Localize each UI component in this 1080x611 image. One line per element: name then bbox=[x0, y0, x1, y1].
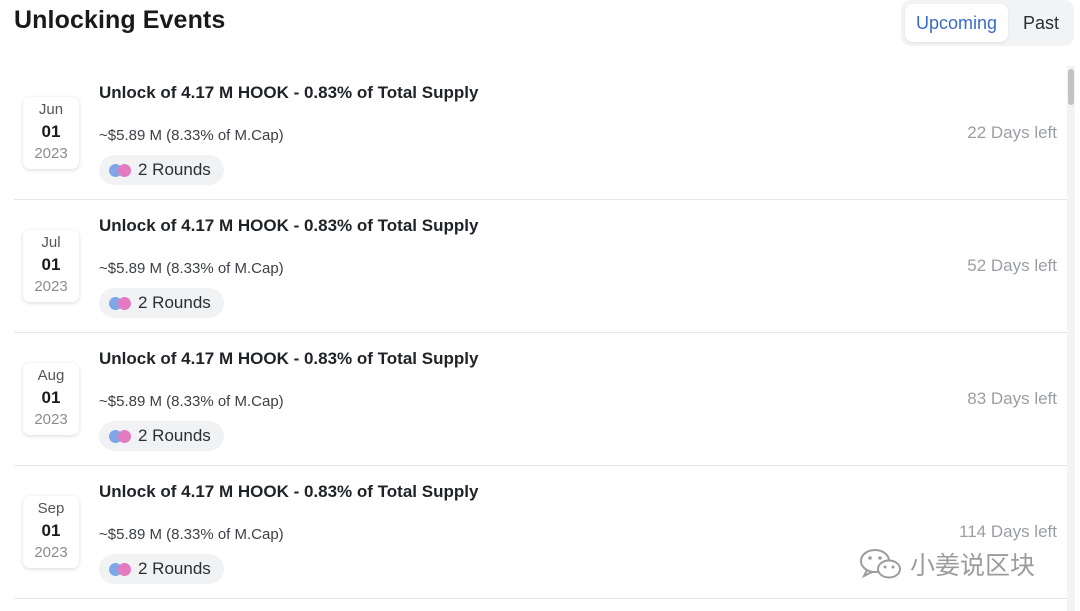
rounds-pill[interactable]: 2 Rounds bbox=[99, 421, 224, 451]
date-month: Aug bbox=[37, 367, 65, 384]
tab-upcoming[interactable]: Upcoming bbox=[905, 4, 1008, 42]
event-row[interactable]: Jun 01 2023 Unlock of 4.17 M HOOK - 0.83… bbox=[14, 66, 1067, 200]
date-month: Jul bbox=[41, 234, 61, 251]
date-month: Sep bbox=[37, 500, 65, 517]
event-value: ~$5.89 M (8.33% of M.Cap) bbox=[99, 393, 284, 410]
date-day: 01 bbox=[41, 521, 61, 540]
round-dot-icon bbox=[118, 430, 131, 443]
page-title: Unlocking Events bbox=[14, 6, 226, 34]
event-row[interactable]: Jul 01 2023 Unlock of 4.17 M HOOK - 0.83… bbox=[14, 199, 1067, 333]
rounds-label: 2 Rounds bbox=[138, 426, 211, 445]
date-day: 01 bbox=[41, 122, 61, 141]
event-headline: Unlock of 4.17 M HOOK - 0.83% of Total S… bbox=[99, 482, 479, 501]
event-value: ~$5.89 M (8.33% of M.Cap) bbox=[99, 260, 284, 277]
wechat-icon bbox=[858, 547, 904, 581]
watermark-text: 小姜说区块 bbox=[910, 552, 1036, 580]
rounds-pill[interactable]: 2 Rounds bbox=[99, 554, 224, 584]
date-badge: Jun 01 2023 bbox=[23, 97, 79, 169]
rounds-pill[interactable]: 2 Rounds bbox=[99, 155, 224, 185]
days-left: 114 Days left bbox=[959, 522, 1057, 541]
rounds-label: 2 Rounds bbox=[138, 559, 211, 578]
round-dot-icon bbox=[118, 297, 131, 310]
days-left: 52 Days left bbox=[967, 256, 1057, 275]
rounds-pill[interactable]: 2 Rounds bbox=[99, 288, 224, 318]
events-list: Jun 01 2023 Unlock of 4.17 M HOOK - 0.83… bbox=[14, 66, 1067, 611]
event-headline: Unlock of 4.17 M HOOK - 0.83% of Total S… bbox=[99, 216, 479, 235]
event-row[interactable]: Aug 01 2023 Unlock of 4.17 M HOOK - 0.83… bbox=[14, 332, 1067, 466]
date-badge: Jul 01 2023 bbox=[23, 230, 79, 302]
date-badge: Sep 01 2023 bbox=[23, 496, 79, 568]
date-year: 2023 bbox=[34, 411, 68, 428]
event-headline: Unlock of 4.17 M HOOK - 0.83% of Total S… bbox=[99, 349, 479, 368]
days-left: 22 Days left bbox=[967, 123, 1057, 142]
date-day: 01 bbox=[41, 388, 61, 407]
rounds-label: 2 Rounds bbox=[138, 293, 211, 312]
date-badge: Aug 01 2023 bbox=[23, 363, 79, 435]
date-month: Jun bbox=[38, 101, 64, 118]
days-left: 83 Days left bbox=[967, 389, 1057, 408]
scrollbar-thumb[interactable] bbox=[1068, 69, 1074, 105]
event-value: ~$5.89 M (8.33% of M.Cap) bbox=[99, 526, 284, 543]
date-year: 2023 bbox=[34, 544, 68, 561]
scrollbar-track[interactable] bbox=[1067, 66, 1075, 611]
date-year: 2023 bbox=[34, 145, 68, 162]
round-dot-icon bbox=[118, 164, 131, 177]
round-dot-icon bbox=[118, 563, 131, 576]
date-year: 2023 bbox=[34, 278, 68, 295]
date-day: 01 bbox=[41, 255, 61, 274]
rounds-label: 2 Rounds bbox=[138, 160, 211, 179]
event-headline: Unlock of 4.17 M HOOK - 0.83% of Total S… bbox=[99, 83, 479, 102]
watermark: 小姜说区块 bbox=[858, 546, 1035, 582]
tab-past[interactable]: Past bbox=[1010, 4, 1072, 42]
event-value: ~$5.89 M (8.33% of M.Cap) bbox=[99, 127, 284, 144]
